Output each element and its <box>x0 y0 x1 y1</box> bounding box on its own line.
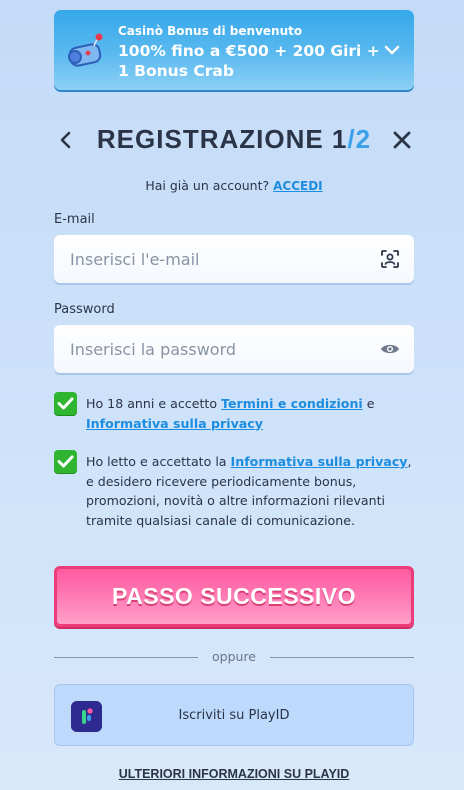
email-field-wrapper <box>54 235 414 283</box>
login-prompt: Hai già un account? ACCEDI <box>54 178 414 193</box>
user-scan-icon[interactable] <box>380 249 400 269</box>
eye-icon[interactable] <box>380 339 400 359</box>
terms-text-2: e <box>362 396 375 411</box>
privacy-link[interactable]: Informativa sulla privacy <box>86 416 263 431</box>
bonus-kicker: Casinò Bonus di benvenuto <box>118 24 303 38</box>
checkmark-icon <box>57 455 74 468</box>
marketing-text-1: Ho letto e accettato la <box>86 454 231 469</box>
email-field[interactable] <box>70 235 370 283</box>
or-divider: oppure <box>54 648 414 668</box>
close-icon[interactable] <box>390 126 414 154</box>
playid-signup-button[interactable]: Iscriviti su PlayID <box>54 684 414 746</box>
login-link[interactable]: ACCEDI <box>273 179 323 193</box>
gift-scroll-icon <box>68 33 103 67</box>
playid-label: Iscriviti su PlayID <box>178 708 290 723</box>
password-field[interactable] <box>70 325 370 373</box>
marketing-privacy-link[interactable]: Informativa sulla privacy <box>231 454 408 469</box>
marketing-consent-text: Ho letto e accettato la Informativa sull… <box>86 452 412 530</box>
terms-consent: Ho 18 anni e accetto Termini e condizion… <box>54 392 414 434</box>
checkmark-icon <box>57 397 74 410</box>
terms-text-1: Ho 18 anni e accetto <box>86 396 222 411</box>
terms-consent-text: Ho 18 anni e accetto Termini e condizion… <box>86 394 412 433</box>
password-field-wrapper <box>54 325 414 373</box>
chevron-down-icon[interactable] <box>382 40 402 60</box>
marketing-consent: Ho letto e accettato la Informativa sull… <box>54 450 414 550</box>
page-title: REGISTRAZIONE 1/2 <box>54 124 414 155</box>
next-step-button[interactable]: PASSO SUCCESSIVO <box>54 566 414 627</box>
password-label: Password <box>54 302 115 317</box>
playid-more-info-link[interactable]: ULTERIORI INFORMAZIONI SU PLAYID <box>54 767 414 781</box>
welcome-bonus-banner[interactable]: Casinò Bonus di benvenuto 100% fino a €5… <box>54 10 414 90</box>
bonus-title: 100% fino a €500 + 200 Giri + 1 Bonus Cr… <box>118 42 380 80</box>
terms-checkbox[interactable] <box>54 392 77 415</box>
page-title-step: /2 <box>347 124 372 154</box>
login-prompt-text: Hai già un account? <box>145 178 274 193</box>
registration-header: REGISTRAZIONE 1/2 <box>54 120 414 160</box>
terms-link[interactable]: Termini e condizioni <box>221 396 363 411</box>
divider-line-right <box>270 657 414 658</box>
email-label: E-mail <box>54 212 95 227</box>
marketing-checkbox[interactable] <box>54 450 77 473</box>
page-title-main: REGISTRAZIONE 1 <box>96 124 348 154</box>
